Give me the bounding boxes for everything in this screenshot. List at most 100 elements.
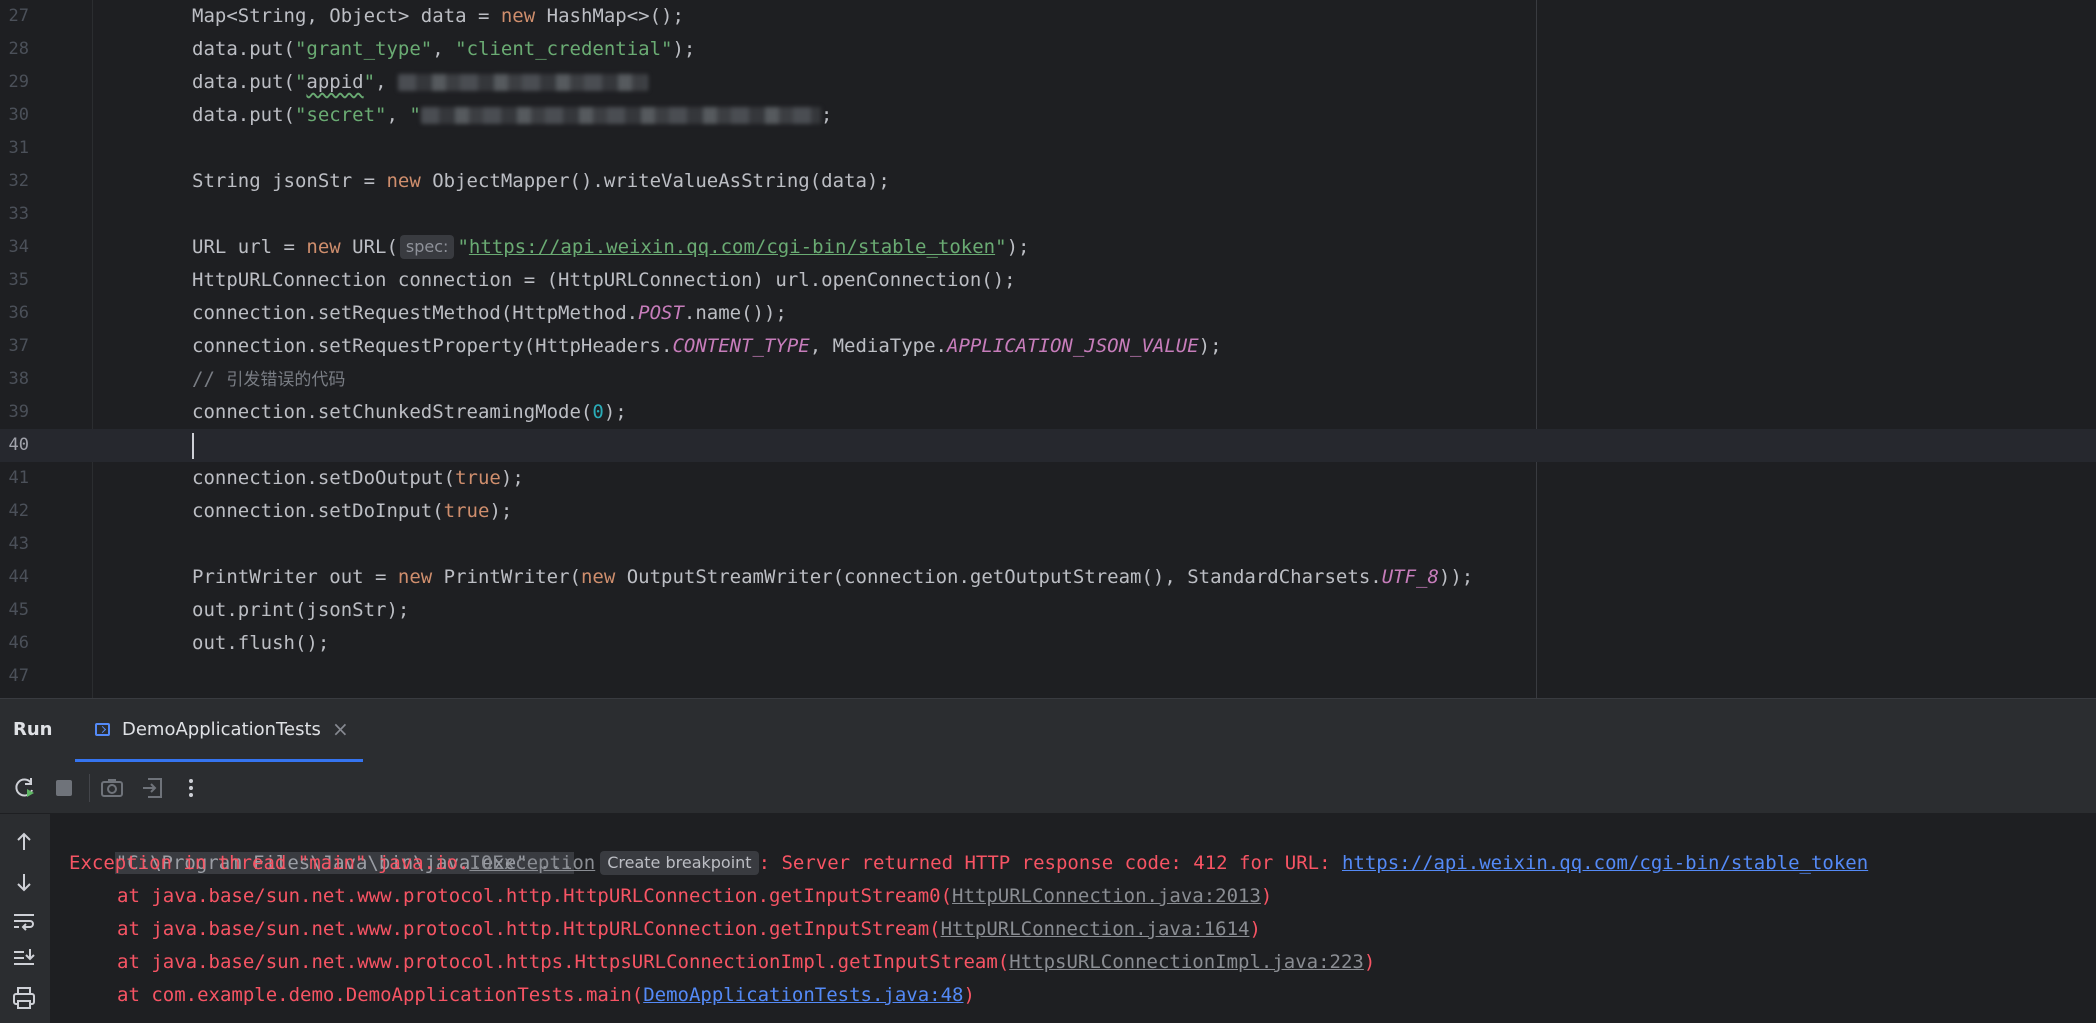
code-token: POST xyxy=(638,302,684,324)
code-token: HttpURLConnection connection = (HttpURLC… xyxy=(192,269,1016,291)
line-number[interactable]: 28 xyxy=(0,33,29,66)
code-token: " xyxy=(294,71,307,93)
source-link[interactable]: DemoApplicationTests.java:48 xyxy=(643,984,963,1006)
line-number[interactable]: 30 xyxy=(0,99,29,132)
code-token: ); xyxy=(1006,236,1030,258)
tab-label: DemoApplicationTests xyxy=(122,719,321,740)
code-token: ); xyxy=(672,38,696,60)
line-number[interactable]: 31 xyxy=(0,132,29,165)
code-token: connection.setDoInput( xyxy=(192,500,444,522)
stack-frame-method: at java.base/sun.net.www.protocol.http.H… xyxy=(117,885,953,907)
exception-type-link[interactable]: IOException xyxy=(469,852,595,874)
code-line[interactable]: 34 URL url = new URL(spec: "https://api.we… xyxy=(0,231,2096,264)
code-line[interactable]: 36 connection.setRequestMethod(HttpMethod… xyxy=(0,297,2096,330)
line-number[interactable]: 34 xyxy=(0,231,29,264)
code-token: new xyxy=(580,566,616,588)
code-line[interactable]: 39 connection.setChunkedStreamingMode(0); xyxy=(0,396,2096,429)
code-token: 引发错误的代码 xyxy=(226,370,346,390)
screenshot-icon[interactable] xyxy=(99,775,125,801)
code-line[interactable]: 43 xyxy=(0,528,2096,561)
create-breakpoint-button[interactable]: Create breakpoint xyxy=(600,851,759,875)
stack-frame: at com.example.demo.DemoApplicationTests… xyxy=(69,979,975,1012)
line-number[interactable]: 43 xyxy=(0,528,29,561)
rerun-icon[interactable] xyxy=(12,775,38,801)
run-tool-window-header: Run DemoApplicationTests × xyxy=(0,698,2096,763)
exit-icon[interactable] xyxy=(140,775,166,801)
line-number[interactable]: 29 xyxy=(0,66,29,99)
line-number[interactable]: 42 xyxy=(0,495,29,528)
run-toolbar xyxy=(0,762,2096,814)
source-link[interactable]: HttpURLConnection.java:1614 xyxy=(941,918,1250,940)
code-line[interactable]: 28 data.put("grant_type", "client_credent… xyxy=(0,33,2096,66)
code-line[interactable]: 41 connection.setDoOutput(true); xyxy=(0,462,2096,495)
scroll-to-end-icon[interactable] xyxy=(10,945,38,973)
scroll-down-icon[interactable] xyxy=(10,868,38,896)
code-token: PrintWriter( xyxy=(432,566,581,588)
line-number[interactable]: 45 xyxy=(0,594,29,627)
line-number[interactable]: 35 xyxy=(0,264,29,297)
source-link[interactable]: HttpURLConnection.java:2013 xyxy=(952,885,1261,907)
print-icon[interactable] xyxy=(10,984,38,1012)
tab-demo-application-tests[interactable]: DemoApplicationTests × xyxy=(75,699,363,763)
code-line[interactable]: 46 out.flush(); xyxy=(0,627,2096,660)
line-number[interactable]: 38 xyxy=(0,363,29,396)
source-link[interactable]: HttpsURLConnectionImpl.java:223 xyxy=(1009,951,1364,973)
code-line[interactable]: 40 xyxy=(0,429,2096,462)
code-token: ObjectMapper().writeValueAsString(data); xyxy=(420,170,890,192)
exception-url-link[interactable]: https://api.weixin.qq.com/cgi-bin/stable… xyxy=(1342,852,1868,874)
code-line[interactable]: 32 String jsonStr = new ObjectMapper().wr… xyxy=(0,165,2096,198)
line-number[interactable]: 27 xyxy=(0,0,29,33)
code-token: " xyxy=(457,236,469,258)
parameter-hint: spec: xyxy=(399,235,455,259)
code-line[interactable]: 44 PrintWriter out = new PrintWriter(new … xyxy=(0,561,2096,594)
more-icon[interactable] xyxy=(178,775,204,801)
line-number[interactable]: 32 xyxy=(0,165,29,198)
code-line[interactable]: 29 data.put("appid", xyxy=(0,66,2096,99)
code-editor[interactable]: 27 Map<String, Object> data = new HashMap… xyxy=(0,0,2096,698)
url-link[interactable]: https://api.weixin.qq.com/cgi-bin/stable… xyxy=(469,236,995,258)
line-number[interactable]: 46 xyxy=(0,627,29,660)
soft-wrap-icon[interactable] xyxy=(10,907,38,935)
code-token: URL( xyxy=(340,236,398,258)
code-line[interactable]: 35 HttpURLConnection connection = (HttpUR… xyxy=(0,264,2096,297)
close-icon[interactable]: × xyxy=(332,717,349,741)
line-number[interactable]: 37 xyxy=(0,330,29,363)
code-line[interactable]: 37 connection.setRequestProperty(HttpHead… xyxy=(0,330,2096,363)
code-line[interactable]: 27 Map<String, Object> data = new HashMap… xyxy=(0,0,2096,33)
exception-message: : Server returned HTTP response code: 41… xyxy=(758,852,1342,874)
code-text: connection.setRequestProperty(HttpHeader… xyxy=(192,330,1222,363)
code-text: connection.setDoOutput(true); xyxy=(192,462,524,495)
line-number[interactable]: 39 xyxy=(0,396,29,429)
scroll-up-icon[interactable] xyxy=(10,828,38,856)
code-token: connection.setRequestProperty(HttpHeader… xyxy=(192,335,673,357)
code-line[interactable]: 33 xyxy=(0,198,2096,231)
stop-icon[interactable] xyxy=(51,775,77,801)
code-token: new xyxy=(306,236,341,258)
code-token: true xyxy=(443,500,490,522)
code-line[interactable]: 45 out.print(jsonStr); xyxy=(0,594,2096,627)
console-side-toolbar xyxy=(0,814,50,1023)
code-line[interactable]: 30 data.put("secret", "; xyxy=(0,99,2096,132)
console-output[interactable]: "C:\Program Files\Java\bin\java.exe" ...… xyxy=(50,814,2096,1023)
code-token: OutputStreamWriter(connection.getOutputS… xyxy=(615,566,1382,588)
line-number[interactable]: 44 xyxy=(0,561,29,594)
line-number[interactable]: 40 xyxy=(0,429,29,462)
stack-frame: at java.base/sun.net.www.protocol.http.H… xyxy=(69,913,1261,946)
line-number[interactable]: 33 xyxy=(0,198,29,231)
line-number[interactable]: 36 xyxy=(0,297,29,330)
code-line[interactable]: 42 connection.setDoInput(true); xyxy=(0,495,2096,528)
code-token: ); xyxy=(603,401,627,423)
code-text: PrintWriter out = new PrintWriter(new Ou… xyxy=(192,561,1473,594)
stack-frame-method: at com.example.demo.DemoApplicationTests… xyxy=(117,984,644,1006)
code-line[interactable]: 38 // 引发错误的代码 xyxy=(0,363,2096,396)
line-number[interactable]: 41 xyxy=(0,462,29,495)
code-token: data.put( xyxy=(192,104,295,126)
code-line[interactable]: 31 xyxy=(0,132,2096,165)
code-token: new xyxy=(397,566,433,588)
code-text: connection.setRequestMethod(HttpMethod.P… xyxy=(192,297,787,330)
line-number[interactable]: 47 xyxy=(0,660,29,693)
console-icon xyxy=(95,723,110,736)
code-token: , xyxy=(386,104,410,126)
code-token: " xyxy=(995,236,1007,258)
code-line[interactable]: 47 xyxy=(0,660,2096,693)
